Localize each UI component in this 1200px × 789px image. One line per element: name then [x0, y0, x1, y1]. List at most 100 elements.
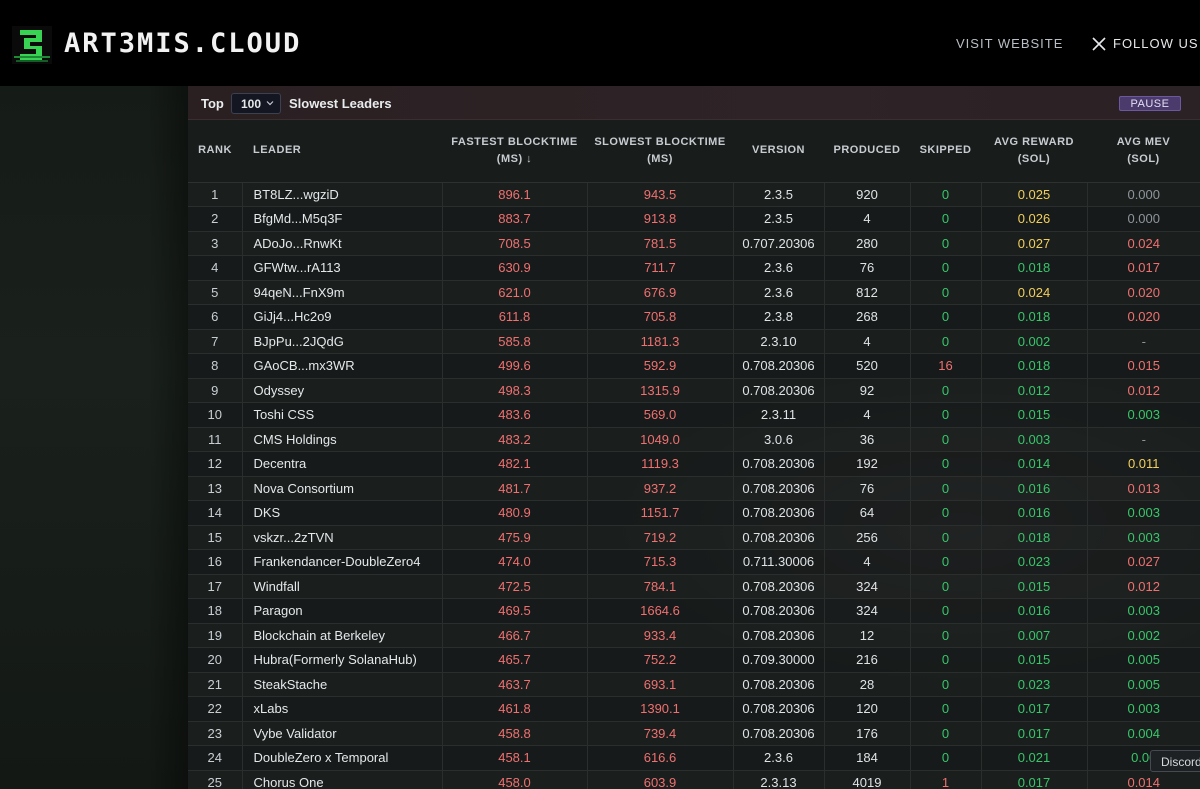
- leader-cell[interactable]: BJpPu...2JQdG: [242, 328, 443, 354]
- leader-cell[interactable]: GiJj4...Hc2o9: [242, 304, 443, 329]
- version-cell: 0.708.20306: [733, 573, 825, 599]
- table-row[interactable]: 18 Paragon 469.5 1664.6 0.708.20306 324 0 0.016…: [188, 598, 1200, 623]
- produced-cell: 92: [824, 377, 911, 403]
- table-row[interactable]: 14 DKS 480.9 1151.7 0.708.20306 64 0 0.016 0.003: [188, 500, 1200, 525]
- table-row[interactable]: 1 BT8LZ...wgziD 896.1 943.5 2.3.5 920 0 0.025 0.…: [188, 181, 1200, 207]
- skipped-cell: 0: [910, 573, 982, 599]
- leader-cell[interactable]: Hubra(Formerly SolanaHub): [242, 647, 443, 672]
- leader-cell[interactable]: Toshi CSS: [242, 402, 443, 427]
- table-row[interactable]: 11 CMS Holdings 483.2 1049.0 3.0.6 36 0 0.003-: [188, 426, 1200, 452]
- col-fastest[interactable]: FASTEST BLOCKTIME (MS) ↓: [442, 120, 587, 183]
- table-row[interactable]: 4 GFWtw...rA113 630.9 711.7 2.3.6 76 0 0.018 0.0…: [188, 255, 1200, 280]
- rank-cell: 10: [188, 402, 243, 427]
- produced-cell: 520: [824, 353, 911, 378]
- col-avg-mev[interactable]: AVG MEV (SOL): [1087, 120, 1200, 183]
- table-row[interactable]: 21 SteakStache 463.7 693.1 0.708.20306 28 0 0.0…: [188, 671, 1200, 697]
- leader-cell[interactable]: Windfall: [242, 573, 443, 599]
- table-row[interactable]: 5 94qeN...FnX9m 621.0 676.9 2.3.6 812 0 0.024 0.…: [188, 279, 1200, 305]
- leader-cell[interactable]: ADoJo...RnwKt: [242, 230, 443, 256]
- leader-cell[interactable]: CMS Holdings: [242, 426, 443, 452]
- slowest-blocktime-cell: 933.4: [587, 622, 734, 648]
- slowest-blocktime-cell: 715.3: [587, 549, 734, 574]
- follow-us-link[interactable]: FOLLOW US: [1092, 36, 1199, 51]
- table-header-row: RANK LEADER FASTEST BLOCKTIME (MS) ↓ SLOW…: [188, 120, 1200, 183]
- slowest-blocktime-cell: 937.2: [587, 475, 734, 501]
- leaders-panel: Top 100 Slowest Leaders PAUSE RANK LEADE…: [188, 86, 1200, 789]
- leader-cell[interactable]: GFWtw...rA113: [242, 255, 443, 280]
- leader-cell[interactable]: vskzr...2zTVN: [242, 524, 443, 550]
- fastest-blocktime-cell: 630.9: [442, 255, 588, 280]
- avg-mev-cell: 0.002: [1087, 622, 1200, 648]
- leader-cell[interactable]: DoubleZero x Temporal: [242, 745, 443, 770]
- leader-cell[interactable]: xLabs: [242, 696, 443, 721]
- table-row[interactable]: 8 GAoCB...mx3WR 499.6 592.9 0.708.20306 520 16…: [188, 353, 1200, 378]
- leader-cell[interactable]: GAoCB...mx3WR: [242, 353, 443, 378]
- table-row[interactable]: 13 Nova Consortium 481.7 937.2 0.708.20306 76…: [188, 475, 1200, 501]
- avg-mev-cell: 0.005: [1087, 647, 1200, 672]
- col-version[interactable]: VERSION: [733, 120, 824, 183]
- fastest-blocktime-cell: 585.8: [442, 328, 588, 354]
- table-row[interactable]: 15 vskzr...2zTVN 475.9 719.2 0.708.20306 256 0…: [188, 524, 1200, 550]
- avg-reward-cell: 0.018: [981, 353, 1088, 378]
- pause-button[interactable]: PAUSE: [1119, 96, 1181, 111]
- table-row[interactable]: 25 Chorus One 458.0 603.9 2.3.13 4019 1 0.017 0.…: [188, 769, 1200, 789]
- leader-cell[interactable]: Vybe Validator: [242, 720, 443, 746]
- count-select[interactable]: 100: [231, 93, 281, 114]
- table-row[interactable]: 12 Decentra 482.1 1119.3 0.708.20306 192 0 0.01…: [188, 451, 1200, 476]
- table-row[interactable]: 17 Windfall 472.5 784.1 0.708.20306 324 0 0.015…: [188, 573, 1200, 599]
- table-row[interactable]: 16 Frankendancer-DoubleZero4 474.0 715.3 0.7…: [188, 549, 1200, 574]
- table-row[interactable]: 20 Hubra(Formerly SolanaHub) 465.7 752.2 0.7…: [188, 647, 1200, 672]
- table-row[interactable]: 19 Blockchain at Berkeley 466.7 933.4 0.708.…: [188, 622, 1200, 648]
- slowest-blocktime-cell: 1315.9: [587, 377, 734, 403]
- table-row[interactable]: 22 xLabs 461.8 1390.1 0.708.20306 120 0 0.017 0.…: [188, 696, 1200, 721]
- leader-cell[interactable]: Decentra: [242, 451, 443, 476]
- leader-cell[interactable]: 94qeN...FnX9m: [242, 279, 443, 305]
- leader-cell[interactable]: Chorus One: [242, 769, 443, 789]
- produced-cell: 920: [824, 181, 911, 207]
- table-row[interactable]: 2 BfgMd...M5q3F 883.7 913.8 2.3.5 4 0 0.026 0.00…: [188, 206, 1200, 231]
- produced-cell: 216: [824, 647, 911, 672]
- leader-cell[interactable]: BfgMd...M5q3F: [242, 206, 443, 231]
- produced-cell: 36: [824, 426, 911, 452]
- table-row[interactable]: 9 Odyssey 498.3 1315.9 0.708.20306 92 0 0.012 0.…: [188, 377, 1200, 403]
- leader-cell[interactable]: Paragon: [242, 598, 443, 623]
- version-cell: 0.709.30000: [733, 647, 825, 672]
- version-cell: 0.708.20306: [733, 353, 825, 378]
- skipped-cell: 0: [910, 181, 982, 207]
- leader-cell[interactable]: BT8LZ...wgziD: [242, 181, 443, 207]
- avg-reward-cell: 0.015: [981, 402, 1088, 427]
- leader-cell[interactable]: Blockchain at Berkeley: [242, 622, 443, 648]
- avg-mev-cell: 0.003: [1087, 696, 1200, 721]
- col-skipped[interactable]: SKIPPED: [910, 120, 981, 183]
- table-row[interactable]: 24 DoubleZero x Temporal 458.1 616.6 2.3.6 18…: [188, 745, 1200, 770]
- col-rank[interactable]: RANK: [188, 120, 242, 183]
- visit-website-link[interactable]: VISIT WEBSITE: [956, 36, 1063, 51]
- fastest-blocktime-cell: 896.1: [442, 181, 588, 207]
- col-leader[interactable]: LEADER: [242, 120, 442, 183]
- leader-cell[interactable]: Nova Consortium: [242, 475, 443, 501]
- version-cell: 0.708.20306: [733, 598, 825, 623]
- slowest-blocktime-cell: 752.2: [587, 647, 734, 672]
- avg-reward-cell: 0.016: [981, 475, 1088, 501]
- table-row[interactable]: 10 Toshi CSS 483.6 569.0 2.3.11 4 0 0.015 0.003: [188, 402, 1200, 427]
- table-row[interactable]: 23 Vybe Validator 458.8 739.4 0.708.20306 176…: [188, 720, 1200, 746]
- col-produced[interactable]: PRODUCED: [824, 120, 910, 183]
- table-row[interactable]: 3 ADoJo...RnwKt 708.5 781.5 0.707.20306 280 0 0…: [188, 230, 1200, 256]
- produced-cell: 280: [824, 230, 911, 256]
- logo-icon[interactable]: [12, 26, 52, 64]
- leader-cell[interactable]: DKS: [242, 500, 443, 525]
- table-row[interactable]: 7 BJpPu...2JQdG 585.8 1181.3 2.3.10 4 0 0.002-: [188, 328, 1200, 354]
- rank-cell: 23: [188, 720, 243, 746]
- leader-cell[interactable]: Frankendancer-DoubleZero4: [242, 549, 443, 574]
- leader-cell[interactable]: Odyssey: [242, 377, 443, 403]
- skipped-cell: 0: [910, 696, 982, 721]
- col-slowest[interactable]: SLOWEST BLOCKTIME (MS): [587, 120, 733, 183]
- fastest-blocktime-cell: 611.8: [442, 304, 588, 329]
- skipped-cell: 0: [910, 549, 982, 574]
- col-avg-reward[interactable]: AVG REWARD (SOL): [981, 120, 1087, 183]
- produced-cell: 28: [824, 671, 911, 697]
- table-row[interactable]: 6 GiJj4...Hc2o9 611.8 705.8 2.3.8 268 0 0.018 0.…: [188, 304, 1200, 329]
- leader-cell[interactable]: SteakStache: [242, 671, 443, 697]
- brand-name[interactable]: ART3MIS.CLOUD: [64, 28, 301, 59]
- top-label: Top: [201, 96, 224, 111]
